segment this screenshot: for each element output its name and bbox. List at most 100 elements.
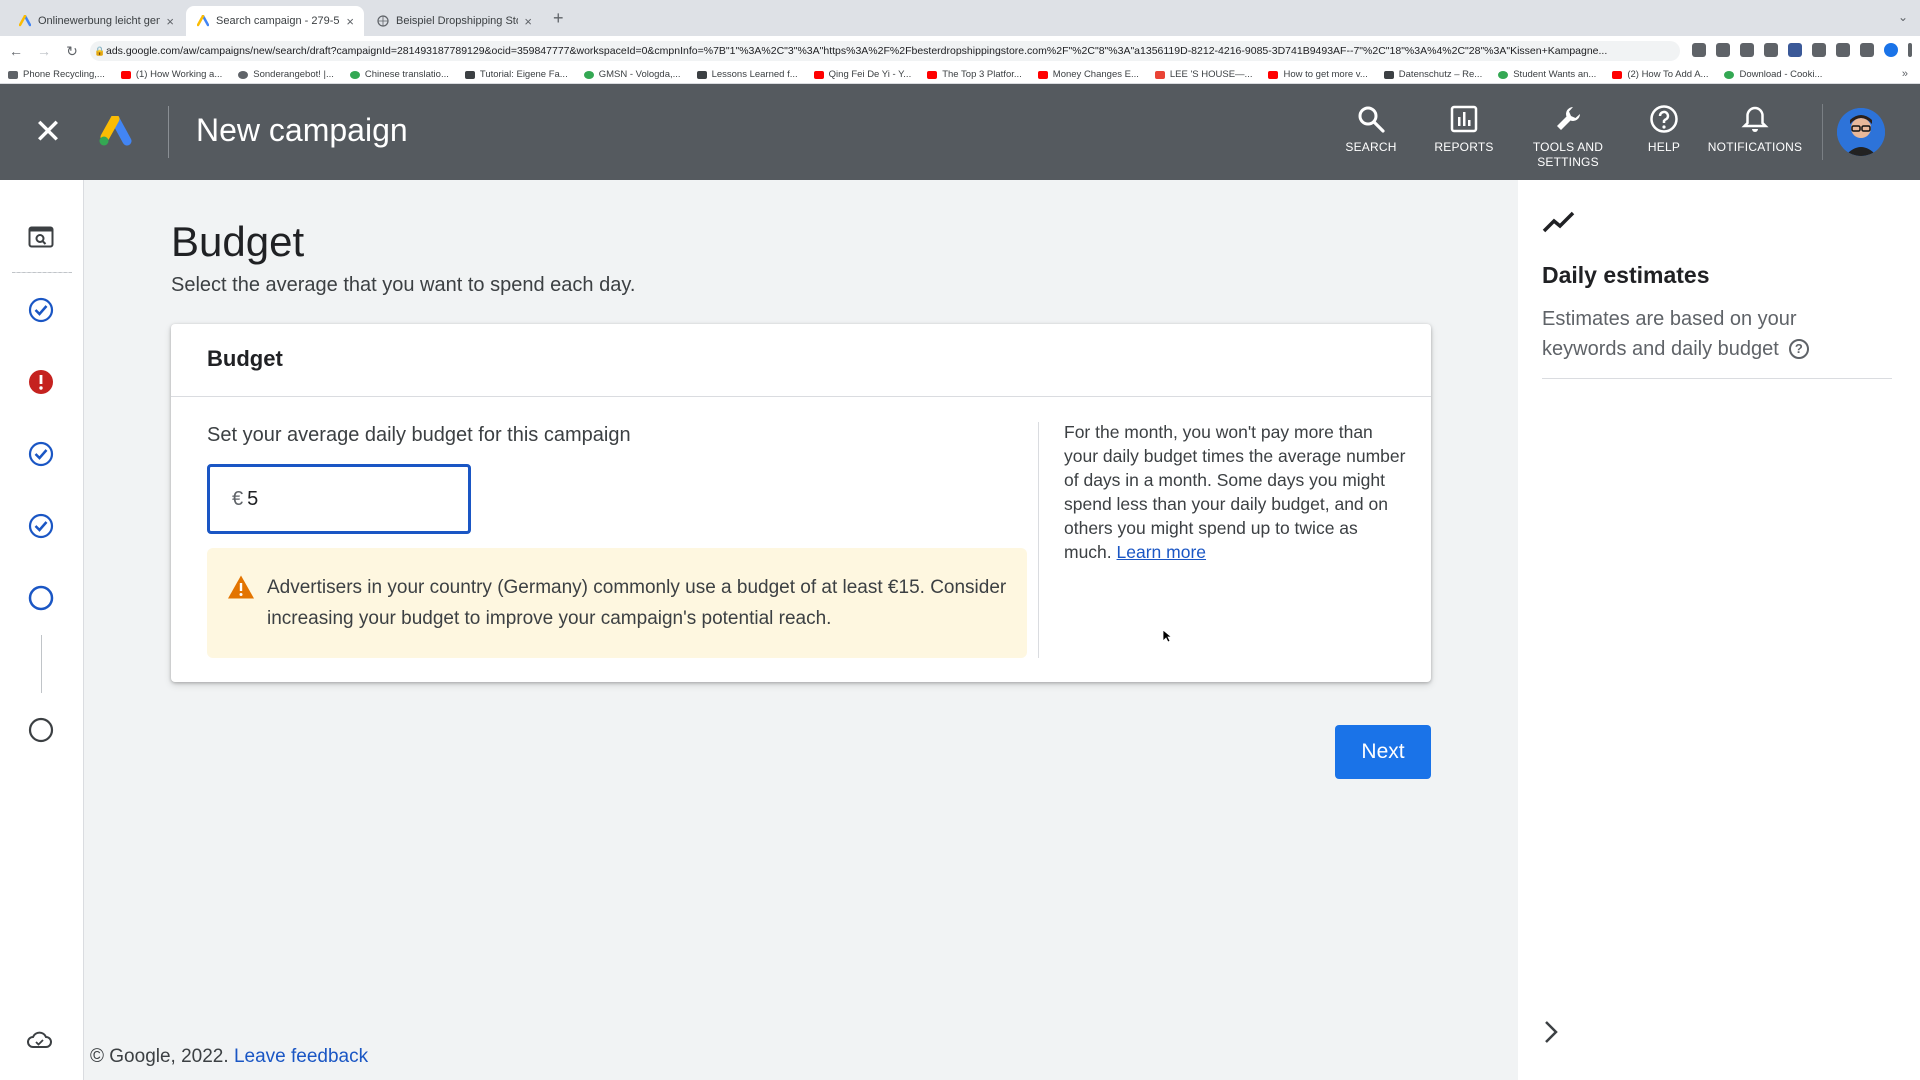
back-icon[interactable]: ← bbox=[4, 43, 28, 59]
page-subtitle: Select the average that you want to spen… bbox=[171, 274, 636, 296]
bookmark-item[interactable]: Student Wants an... bbox=[1498, 69, 1596, 80]
tab-close-icon[interactable]: × bbox=[346, 14, 354, 29]
cloud-sync-icon[interactable] bbox=[26, 1030, 52, 1050]
reload-icon[interactable]: ↻ bbox=[60, 43, 84, 60]
bookmark-favicon-icon bbox=[696, 70, 707, 79]
footer: © Google, 2022. Leave feedback bbox=[90, 1046, 368, 1068]
bookmark-label: Sonderangebot! |... bbox=[253, 69, 334, 80]
header-help-button[interactable]: HELP bbox=[1644, 104, 1684, 154]
bookmark-item[interactable]: Lessons Learned f... bbox=[696, 69, 798, 80]
browser-tab-3[interactable]: Beispiel Dropshipping Store × bbox=[366, 6, 542, 36]
bookmark-item[interactable]: Datenschutz – Re... bbox=[1383, 69, 1482, 80]
bookmark-label: Download - Cooki... bbox=[1739, 69, 1823, 80]
bookmark-item[interactable]: Tutorial: Eigene Fa... bbox=[464, 69, 568, 80]
header-search-button[interactable]: SEARCH bbox=[1345, 104, 1397, 154]
browser-tab-1[interactable]: Onlinewerbung leicht gemacht × bbox=[8, 6, 184, 36]
airbnb-icon bbox=[1154, 70, 1165, 79]
sidebar-icon[interactable] bbox=[1860, 43, 1874, 57]
close-icon[interactable]: ✕ bbox=[28, 112, 68, 152]
card-vertical-divider bbox=[1038, 422, 1039, 658]
bookmark-item[interactable]: (2) How To Add A... bbox=[1612, 69, 1708, 80]
bookmark-item[interactable]: GMSN - Vologda,... bbox=[583, 69, 681, 80]
bookmark-item[interactable]: (1) How Working a... bbox=[120, 69, 223, 80]
budget-card: Budget Set your average daily budget for… bbox=[171, 324, 1431, 682]
bookmark-item[interactable]: Chinese translatio... bbox=[349, 69, 449, 80]
budget-input[interactable] bbox=[247, 487, 448, 511]
bookmark-label: How to get more v... bbox=[1283, 69, 1368, 80]
empty-circle-active-icon bbox=[28, 585, 54, 611]
search-icon bbox=[1358, 106, 1385, 133]
card-divider bbox=[171, 396, 1431, 397]
bookmark-label: Lessons Learned f... bbox=[711, 69, 798, 80]
tab-label: Onlinewerbung leicht gemacht bbox=[38, 15, 160, 27]
bookmark-label: Money Changes E... bbox=[1052, 69, 1139, 80]
bookmark-item[interactable]: Phone Recycling,... bbox=[8, 69, 105, 80]
bookmark-favicon-icon bbox=[583, 70, 594, 79]
youtube-icon bbox=[1037, 70, 1048, 79]
budget-field[interactable]: € bbox=[207, 464, 471, 534]
tab-close-icon[interactable]: × bbox=[524, 14, 532, 29]
step-completed-2[interactable] bbox=[26, 439, 56, 469]
step-completed-1[interactable] bbox=[26, 295, 56, 325]
help-circle-icon[interactable]: ? bbox=[1788, 339, 1809, 359]
zoom-icon[interactable] bbox=[1716, 43, 1730, 57]
bookmark-label: Tutorial: Eigene Fa... bbox=[479, 69, 568, 80]
leave-feedback-link[interactable]: Leave feedback bbox=[234, 1046, 368, 1067]
estimates-description-text: Estimates are based on your keywords and… bbox=[1542, 308, 1797, 360]
tab-close-icon[interactable]: × bbox=[166, 14, 174, 29]
bookmark-item[interactable]: LEE 'S HOUSE—... bbox=[1154, 69, 1252, 80]
bookmark-item[interactable]: How to get more v... bbox=[1268, 69, 1368, 80]
header-item-label: REPORTS bbox=[1434, 140, 1494, 154]
budget-info-text: For the month, you won't pay more than y… bbox=[1064, 422, 1406, 562]
header-item-label: SEARCH bbox=[1345, 140, 1397, 154]
bookmark-item[interactable]: The Top 3 Platfor... bbox=[927, 69, 1022, 80]
bookmark-label: (1) How Working a... bbox=[135, 69, 223, 80]
bookmark-label: (2) How To Add A... bbox=[1627, 69, 1709, 80]
bell-icon bbox=[1741, 106, 1769, 132]
header-divider bbox=[168, 106, 169, 158]
step-current[interactable] bbox=[26, 583, 56, 613]
bookmark-item[interactable]: Sonderangebot! |... bbox=[238, 69, 334, 80]
header-tools-settings-button[interactable]: TOOLS AND SETTINGS bbox=[1528, 104, 1608, 170]
step-error-budget[interactable] bbox=[26, 367, 56, 397]
bookmark-item[interactable]: Qing Fei De Yi - Y... bbox=[813, 69, 911, 80]
puzzle-icon[interactable] bbox=[1812, 43, 1826, 57]
facebook-extension-icon[interactable] bbox=[1788, 43, 1802, 57]
bookmark-item[interactable]: Download - Cooki... bbox=[1724, 69, 1822, 80]
bookmark-favicon-icon bbox=[238, 70, 249, 79]
browser-tab-2[interactable]: Search campaign - 279-560-1 × bbox=[186, 6, 364, 36]
forward-icon[interactable]: → bbox=[32, 43, 56, 59]
bookmark-favicon-icon bbox=[1724, 70, 1735, 79]
url-text: ads.google.com/aw/campaigns/new/search/d… bbox=[106, 45, 1608, 57]
bookmark-label: Chinese translatio... bbox=[364, 69, 449, 80]
reports-icon bbox=[1450, 105, 1478, 133]
step-campaign-overview[interactable] bbox=[26, 222, 56, 252]
bookmark-favicon-icon bbox=[8, 70, 18, 79]
google-ads-favicon-icon bbox=[196, 14, 210, 28]
learn-more-link[interactable]: Learn more bbox=[1117, 542, 1207, 562]
step-pending[interactable] bbox=[26, 715, 56, 745]
next-button[interactable]: Next bbox=[1335, 725, 1431, 779]
step-completed-3[interactable] bbox=[26, 511, 56, 541]
star-icon[interactable] bbox=[1764, 43, 1778, 57]
trending-line-icon bbox=[1542, 211, 1575, 233]
header-reports-button[interactable]: REPORTS bbox=[1430, 104, 1498, 154]
menu-dots-icon[interactable] bbox=[1908, 43, 1912, 57]
header-notifications-button[interactable]: NOTIFICATIONS bbox=[1707, 104, 1803, 154]
rail-connector bbox=[41, 635, 42, 693]
tab-search-chevron-icon[interactable]: ⌄ bbox=[1898, 10, 1908, 24]
profile-icon[interactable] bbox=[1884, 43, 1898, 57]
chevron-right-icon[interactable] bbox=[1540, 1012, 1564, 1052]
avatar[interactable] bbox=[1837, 108, 1885, 156]
share-icon[interactable] bbox=[1740, 43, 1754, 57]
bookmark-item[interactable]: Money Changes E... bbox=[1037, 69, 1139, 80]
bookmarks-overflow-icon[interactable]: » bbox=[1902, 68, 1908, 80]
reading-list-icon[interactable] bbox=[1836, 43, 1850, 57]
translate-icon[interactable] bbox=[1692, 43, 1706, 57]
url-field[interactable]: 🔒 ads.google.com/aw/campaigns/new/search… bbox=[90, 41, 1680, 61]
youtube-icon bbox=[1612, 70, 1623, 79]
header-divider bbox=[1822, 104, 1823, 160]
new-tab-icon[interactable]: + bbox=[553, 8, 564, 29]
estimates-title: Daily estimates bbox=[1542, 262, 1710, 288]
header-item-label: TOOLS AND SETTINGS bbox=[1532, 140, 1604, 169]
